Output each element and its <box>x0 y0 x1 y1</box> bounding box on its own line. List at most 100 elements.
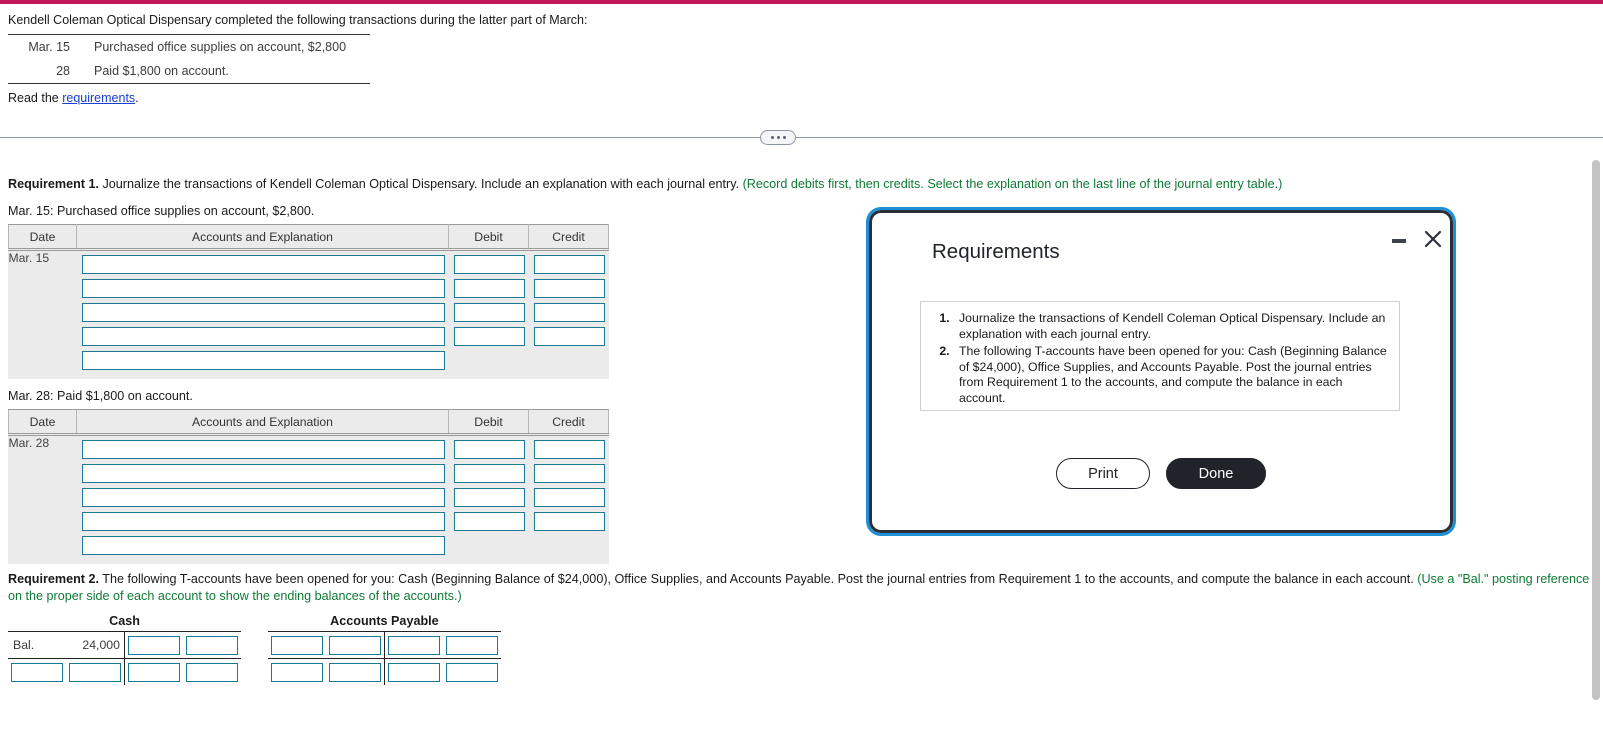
t-account-left-side <box>268 659 385 685</box>
account-input[interactable] <box>81 303 445 322</box>
t-account-input[interactable] <box>387 635 440 655</box>
t-account-input[interactable] <box>387 662 440 682</box>
problem-intro-text: Kendell Coleman Optical Dispensary compl… <box>8 13 588 27</box>
t-account-cell <box>443 632 501 658</box>
debit-blank-row <box>454 351 525 375</box>
requirements-list-box: Journalize the transactions of Kendell C… <box>920 301 1400 411</box>
transaction-row: Mar. 15 Purchased office supplies on acc… <box>8 35 370 59</box>
t-account-right-side <box>125 632 241 658</box>
journal-credit-cell <box>528 434 609 564</box>
ellipsis-dot-icon <box>776 136 780 139</box>
ellipsis-dot-icon <box>782 136 786 139</box>
t-account-row <box>267 632 501 659</box>
transaction-date: Mar. 15 <box>28 40 70 54</box>
transaction-row: 28 Paid $1,800 on account. <box>8 59 370 83</box>
debit-input[interactable] <box>453 327 525 346</box>
t-account-input[interactable] <box>445 635 498 655</box>
t-account-grid: Bal. 24,000 <box>8 631 241 685</box>
explanation-input[interactable] <box>81 536 445 555</box>
credit-input[interactable] <box>533 440 605 459</box>
vertical-scrollbar[interactable] <box>1589 146 1603 730</box>
t-account-input[interactable] <box>69 662 121 682</box>
done-button[interactable]: Done <box>1166 458 1266 489</box>
t-accounts-area: Cash Bal. 24,000 Accounts Payable <box>0 614 1590 685</box>
credit-input[interactable] <box>533 279 605 298</box>
requirement-1-instruction: Requirement 1. Journalize the transactio… <box>0 176 1590 193</box>
account-input[interactable] <box>81 255 445 274</box>
debit-input[interactable] <box>453 255 525 274</box>
journal-body-row: Mar. 15 <box>8 249 609 379</box>
t-account-input[interactable] <box>128 635 180 655</box>
journal-debit-cell <box>448 434 529 564</box>
t-account-input[interactable] <box>328 635 381 655</box>
journal-col-accounts: Accounts and Explanation <box>76 224 449 251</box>
t-account-right-side <box>125 659 241 685</box>
requirements-link[interactable]: requirements <box>62 91 135 105</box>
splitter-ellipsis-button[interactable] <box>760 130 796 145</box>
t-account-input[interactable] <box>186 662 238 682</box>
dialog-button-row: Print Done <box>872 458 1450 489</box>
credit-input[interactable] <box>533 488 605 507</box>
credit-input[interactable] <box>533 303 605 322</box>
splitter-line <box>0 137 1603 138</box>
debit-input[interactable] <box>453 440 525 459</box>
t-account-cash: Cash Bal. 24,000 <box>8 614 241 685</box>
credit-input[interactable] <box>533 327 605 346</box>
account-input[interactable] <box>81 440 445 459</box>
transaction-description: Paid $1,800 on account. <box>94 64 229 78</box>
close-icon[interactable] <box>1420 226 1446 252</box>
t-account-input[interactable] <box>186 635 238 655</box>
t-account-input[interactable] <box>445 662 498 682</box>
minimize-icon[interactable] <box>1388 230 1410 252</box>
print-button[interactable]: Print <box>1056 458 1150 489</box>
t-account-input[interactable] <box>328 662 381 682</box>
journal-accounts-cell <box>76 434 449 564</box>
debit-input[interactable] <box>453 512 525 531</box>
debit-input[interactable] <box>453 464 525 483</box>
account-input[interactable] <box>81 488 445 507</box>
dialog-title: Requirements <box>932 240 1060 263</box>
journal-header-row: Date Accounts and Explanation Debit Cred… <box>8 409 609 436</box>
journal-date-cell: Mar. 15 <box>8 249 77 379</box>
read-suffix: . <box>135 91 139 105</box>
account-input[interactable] <box>81 279 445 298</box>
journal-accounts-cell <box>76 249 449 379</box>
debit-input[interactable] <box>453 488 525 507</box>
journal-col-date: Date <box>8 409 77 436</box>
transaction-description: Purchased office supplies on account, $2… <box>94 40 347 54</box>
t-account-ref-label: Bal. <box>13 638 35 652</box>
t-account-cell <box>125 632 183 658</box>
t-account-input[interactable] <box>270 635 323 655</box>
debit-input[interactable] <box>453 279 525 298</box>
credit-blank-row <box>534 536 605 560</box>
debit-blank-row <box>454 536 525 560</box>
t-account-cell <box>125 659 183 685</box>
journal-col-date: Date <box>8 224 77 251</box>
t-account-cell <box>385 632 443 658</box>
t-account-right-side <box>385 659 501 685</box>
requirement-2-label: Requirement 2. <box>8 572 99 586</box>
explanation-input[interactable] <box>81 351 445 370</box>
debit-input[interactable] <box>453 303 525 322</box>
journal-debit-cell <box>448 249 529 379</box>
t-account-input[interactable] <box>270 662 323 682</box>
account-input[interactable] <box>81 512 445 531</box>
t-account-row <box>268 659 501 685</box>
t-account-input[interactable] <box>128 662 180 682</box>
account-input[interactable] <box>81 464 445 483</box>
scrollbar-thumb[interactable] <box>1592 160 1600 700</box>
t-account-input[interactable] <box>11 662 63 682</box>
requirement-2-instruction: Requirement 2. The following T-accounts … <box>0 571 1590 605</box>
requirements-list: Journalize the transactions of Kendell C… <box>925 311 1389 406</box>
credit-input[interactable] <box>533 464 605 483</box>
read-requirements-line: Read the requirements. <box>0 84 1603 105</box>
credit-input[interactable] <box>533 512 605 531</box>
requirement-item: Journalize the transactions of Kendell C… <box>953 311 1389 342</box>
journal-body-row: Mar. 28 <box>8 434 609 564</box>
account-input[interactable] <box>81 327 445 346</box>
transactions-table: Mar. 15 Purchased office supplies on acc… <box>8 34 370 84</box>
journal-col-debit: Debit <box>448 409 529 436</box>
credit-input[interactable] <box>533 255 605 274</box>
journal-col-accounts: Accounts and Explanation <box>76 409 449 436</box>
journal-col-credit: Credit <box>528 224 609 251</box>
